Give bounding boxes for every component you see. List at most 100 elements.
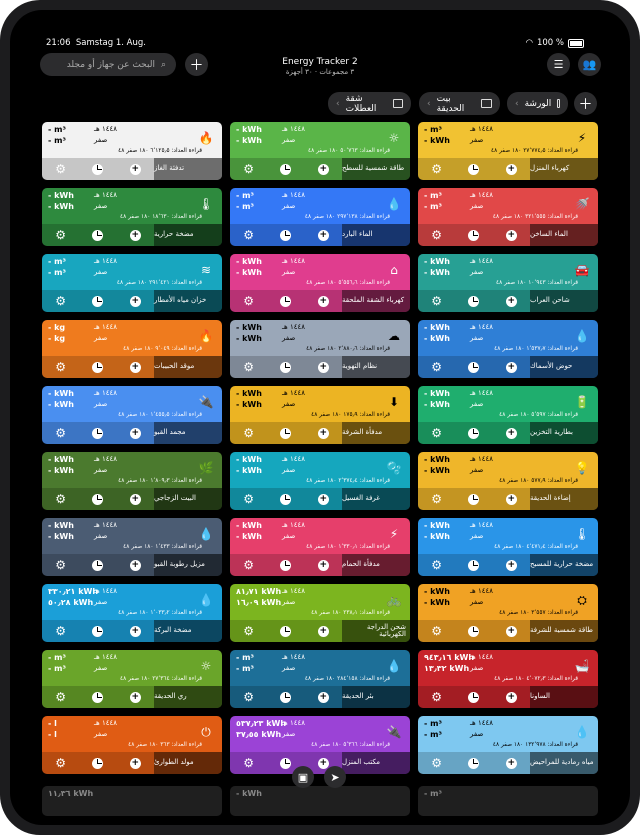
settings-gear-icon[interactable]: ⚙ <box>55 492 66 506</box>
settings-gear-icon[interactable]: ⚙ <box>55 294 66 308</box>
stats-pie-icon[interactable] <box>92 757 104 769</box>
settings-gear-icon[interactable]: ⚙ <box>431 690 442 704</box>
settings-gear-icon[interactable]: ⚙ <box>55 690 66 704</box>
stats-pie-icon[interactable] <box>280 691 292 703</box>
device-card[interactable]: - kWh - kWh ١٤٤٨ هـ صفر قراءة العداد: ٢٬… <box>230 320 410 378</box>
stats-pie-icon[interactable] <box>92 163 104 175</box>
settings-gear-icon[interactable]: ⚙ <box>55 228 66 242</box>
add-reading-icon[interactable]: + <box>317 493 329 505</box>
stats-pie-icon[interactable] <box>92 295 104 307</box>
add-reading-icon[interactable]: + <box>505 625 517 637</box>
add-reading-icon[interactable]: + <box>129 493 141 505</box>
location-icon[interactable]: ➤ <box>324 766 346 788</box>
device-card[interactable]: - kWh - kWh ١٤٤٨ هـ صفر قراءة العداد: ٥٬… <box>230 254 410 312</box>
folder-pill[interactable]: ‹ بيت الحديقة <box>419 92 500 115</box>
device-card[interactable]: - m³ - m³ ١٤٤٨ هـ صفر قراءة العداد: ٦٬١٢… <box>42 122 222 180</box>
stats-pie-icon[interactable] <box>280 361 292 373</box>
device-card[interactable]: ٩٤٣٫١٦ kWh ١٣٫٣٢ kWh ١٤٤٨ هـ صفر قراءة ا… <box>418 650 598 708</box>
settings-gear-icon[interactable]: ⚙ <box>243 756 254 770</box>
settings-gear-icon[interactable]: ⚙ <box>431 426 442 440</box>
device-card[interactable]: ٨١٫٧١ kWh ١٦٫٠٩ kWh ١٤٤٨ هـ صفر قراءة ال… <box>230 584 410 642</box>
device-card-partial[interactable]: ١١٫٣٦ kWh <box>42 786 222 816</box>
settings-gear-icon[interactable]: ⚙ <box>431 756 442 770</box>
device-card[interactable]: - kWh - kWh ١٤٤٨ هـ صفر قراءة العداد: ١٬… <box>418 320 598 378</box>
device-card[interactable]: - kWh - kWh ١٤٤٨ هـ صفر قراءة العداد: ١٧… <box>230 386 410 444</box>
scan-icon[interactable]: ▣ <box>292 766 314 788</box>
stats-pie-icon[interactable] <box>468 427 480 439</box>
device-card[interactable]: - kWh - kWh ١٤٤٨ هـ صفر قراءة العداد: ١٬… <box>42 386 222 444</box>
settings-gear-icon[interactable]: ⚙ <box>243 492 254 506</box>
add-reading-icon[interactable]: + <box>505 427 517 439</box>
add-reading-icon[interactable]: + <box>317 229 329 241</box>
device-card[interactable]: - kWh - kWh ١٤٤٨ هـ صفر قراءة العداد: ١٬… <box>42 518 222 576</box>
add-reading-icon[interactable]: + <box>505 229 517 241</box>
add-reading-icon[interactable]: + <box>317 427 329 439</box>
add-reading-icon[interactable]: + <box>129 229 141 241</box>
settings-gear-icon[interactable]: ⚙ <box>55 162 66 176</box>
add-reading-icon[interactable]: + <box>129 625 141 637</box>
device-card[interactable]: - kg - kg ١٤٤٨ هـ صفر قراءة العداد: ٩٬٠٤… <box>42 320 222 378</box>
stats-pie-icon[interactable] <box>92 691 104 703</box>
settings-gear-icon[interactable]: ⚙ <box>243 228 254 242</box>
stats-pie-icon[interactable] <box>280 427 292 439</box>
settings-gear-icon[interactable]: ⚙ <box>243 690 254 704</box>
add-reading-icon[interactable]: + <box>129 757 141 769</box>
add-reading-icon[interactable]: + <box>505 493 517 505</box>
add-reading-icon[interactable]: + <box>505 691 517 703</box>
folder-pill[interactable]: ‹ شقة العطلات <box>328 92 411 115</box>
settings-gear-icon[interactable]: ⚙ <box>243 624 254 638</box>
stats-pie-icon[interactable] <box>92 493 104 505</box>
stats-pie-icon[interactable] <box>280 229 292 241</box>
stats-pie-icon[interactable] <box>280 295 292 307</box>
device-card[interactable]: - kWh - kWh ١٤٤٨ هـ صفر قراءة العداد: ٢٬… <box>230 452 410 510</box>
add-reading-icon[interactable]: + <box>129 295 141 307</box>
device-card[interactable]: ٣٣٠٫٢١ kWh ٥٠٫٢٨ kWh ١٤٤٨ هـ صفر قراءة ا… <box>42 584 222 642</box>
stats-pie-icon[interactable] <box>280 757 292 769</box>
sharing-icon[interactable]: 👥 <box>578 53 601 76</box>
settings-gear-icon[interactable]: ⚙ <box>243 162 254 176</box>
device-card[interactable]: - m³ - kWh ١٤٤٨ هـ صفر قراءة العداد: ٢٧٬… <box>418 122 598 180</box>
settings-gear-icon[interactable]: ⚙ <box>55 360 66 374</box>
stats-pie-icon[interactable] <box>92 559 104 571</box>
settings-gear-icon[interactable]: ⚙ <box>55 426 66 440</box>
stats-pie-icon[interactable] <box>280 625 292 637</box>
add-reading-icon[interactable]: + <box>317 361 329 373</box>
settings-gear-icon[interactable]: ⚙ <box>431 294 442 308</box>
stats-pie-icon[interactable] <box>280 163 292 175</box>
stats-pie-icon[interactable] <box>92 229 104 241</box>
stats-pie-icon[interactable] <box>92 625 104 637</box>
device-card-partial[interactable]: - m³ <box>418 786 598 816</box>
settings-gear-icon[interactable]: ⚙ <box>431 492 442 506</box>
settings-gear-icon[interactable]: ⚙ <box>431 228 442 242</box>
add-reading-icon[interactable]: + <box>129 427 141 439</box>
device-card[interactable]: - m³ - m³ ١٤٤٨ هـ صفر قراءة العداد: ٣٢١٬… <box>418 188 598 246</box>
add-folder-button[interactable]: ＋ <box>574 92 597 115</box>
stats-pie-icon[interactable] <box>468 625 480 637</box>
device-card[interactable]: - kWh - kWh ١٤٤٨ هـ صفر قراءة العداد: ٣٬… <box>418 584 598 642</box>
stats-pie-icon[interactable] <box>468 691 480 703</box>
add-reading-icon[interactable]: + <box>505 559 517 571</box>
stats-pie-icon[interactable] <box>280 559 292 571</box>
stats-pie-icon[interactable] <box>468 295 480 307</box>
device-card[interactable]: - m³ - m³ ١٤٤٨ هـ صفر قراءة العداد: ٢٨٤٬… <box>230 650 410 708</box>
add-reading-icon[interactable]: + <box>129 163 141 175</box>
device-card[interactable]: - kWh - kWh ١٤٤٨ هـ صفر قراءة العداد: ٥٠… <box>230 122 410 180</box>
settings-gear-icon[interactable]: ⚙ <box>243 360 254 374</box>
device-card[interactable]: - kWh - kWh ١٤٤٨ هـ صفر قراءة العداد: ١٠… <box>418 254 598 312</box>
device-card[interactable]: - m³ - m³ ١٤٤٨ هـ صفر قراءة العداد: ٢٩١٬… <box>42 254 222 312</box>
settings-gear-icon[interactable]: ⚙ <box>431 162 442 176</box>
add-reading-icon[interactable]: + <box>129 559 141 571</box>
settings-gear-icon[interactable]: ⚙ <box>431 558 442 572</box>
device-card[interactable]: ٥٣٧٫٢٣ kWh ٣٧٫٥٥ kWh ١٤٤٨ هـ صفر قراءة ا… <box>230 716 410 774</box>
filter-icon[interactable]: ☰ <box>547 53 570 76</box>
add-reading-icon[interactable]: + <box>317 163 329 175</box>
device-card[interactable]: - m³ - m³ ١٤٤٨ هـ صفر قراءة العداد: ٢٩٧٬… <box>230 188 410 246</box>
settings-gear-icon[interactable]: ⚙ <box>431 360 442 374</box>
add-reading-icon[interactable]: + <box>317 625 329 637</box>
device-card[interactable]: - kWh - kWh ١٤٤٨ هـ صفر قراءة العداد: ٥٬… <box>418 386 598 444</box>
add-reading-icon[interactable]: + <box>505 757 517 769</box>
stats-pie-icon[interactable] <box>280 493 292 505</box>
stats-pie-icon[interactable] <box>468 493 480 505</box>
device-card[interactable]: - m³ - m³ ١٤٤٨ هـ صفر قراءة العداد: ١٣٢٬… <box>418 716 598 774</box>
stats-pie-icon[interactable] <box>92 361 104 373</box>
